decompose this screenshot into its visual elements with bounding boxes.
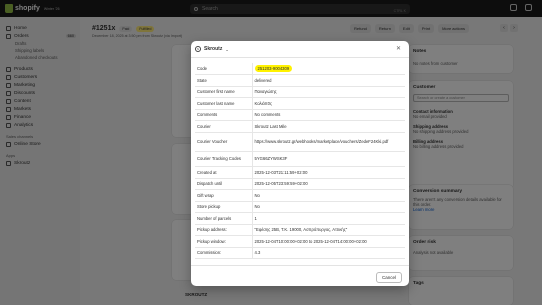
- detail-row: Courier Skroutz Last Mile: [195, 120, 405, 133]
- detail-row: Code 251203-9004309: [195, 63, 405, 75]
- detail-row: Store pickup No: [195, 201, 405, 213]
- detail-row: Gift wrap No: [195, 189, 405, 202]
- detail-value: No: [252, 189, 405, 202]
- detail-value: 251203-9004309: [252, 63, 405, 75]
- detail-key: Customer first name: [195, 86, 253, 98]
- detail-row: Courier Tracking Codes 5YG66ZYWSK3F: [195, 151, 405, 167]
- close-icon[interactable]: ✕: [396, 45, 401, 52]
- detail-key: Gift wrap: [195, 189, 253, 202]
- skroutz-order-modal: s Skroutz ⌄ ✕ Code 251203-9004309 State del…: [191, 41, 409, 286]
- detail-key: Store pickup: [195, 201, 253, 213]
- modal-title[interactable]: Skroutz: [204, 46, 222, 52]
- detail-value: https://www.skroutz.gr/webhooks/marketpl…: [252, 132, 405, 152]
- detail-value: 5YG66ZYWSK3F: [252, 151, 405, 167]
- detail-key: State: [195, 74, 253, 87]
- detail-value: No: [252, 201, 405, 213]
- detail-key: Courier Tracking Codes: [195, 151, 253, 167]
- detail-row: Customer first name Παναγιώτης: [195, 86, 405, 98]
- cancel-button[interactable]: Cancel: [375, 272, 402, 283]
- detail-value: 2025-12-03T21:11:59+02:00: [252, 166, 405, 179]
- detail-row: Customer last name Κολιόπ0ς: [195, 97, 405, 110]
- detail-key: Pickup address:: [195, 224, 253, 236]
- detail-row: Number of parcels 1: [195, 212, 405, 225]
- detail-value: 1: [252, 212, 405, 225]
- order-details-table: Code 251203-9004309 State delivered Customer…: [195, 63, 405, 259]
- detail-row: Commission: 4.3: [195, 247, 405, 259]
- detail-key: Comments: [195, 109, 253, 121]
- skroutz-logo-icon: s: [195, 46, 201, 52]
- detail-value: 2025-12-05T23:59:59+02:00: [252, 178, 405, 190]
- detail-row: Courier Voucher https://www.skroutz.gr/we…: [195, 132, 405, 152]
- detail-value: "Εφέσης 25Β, Τ.Κ. 19000, Ασπρόπυργος, Ατ…: [252, 224, 405, 236]
- detail-key: Created at: [195, 166, 253, 179]
- detail-key: Courier: [195, 120, 253, 133]
- detail-value: Παναγιώτης: [252, 86, 405, 98]
- detail-key: Customer last name: [195, 97, 253, 110]
- detail-row: Pickup window: 2025-12-04T10:00:00+02:00 …: [195, 235, 405, 248]
- detail-value: 2025-12-04T10:00:00+02:00 to 2025-12-04T…: [252, 235, 405, 248]
- detail-value: delivered: [252, 74, 405, 87]
- detail-row: Created at 2025-12-03T21:11:59+02:00: [195, 166, 405, 179]
- detail-key: Courier Voucher: [195, 132, 253, 152]
- highlighted-order-code: 251203-9004309: [254, 65, 293, 72]
- detail-value: No comments: [252, 109, 405, 121]
- detail-value: Skroutz Last Mile: [252, 120, 405, 133]
- detail-row: Pickup address: "Εφέσης 25Β, Τ.Κ. 19000, …: [195, 224, 405, 236]
- detail-value: 4.3: [252, 247, 405, 259]
- chevron-down-icon[interactable]: ⌄: [225, 47, 228, 52]
- detail-row: Comments No comments: [195, 109, 405, 121]
- detail-key: Commission:: [195, 247, 253, 259]
- detail-key: Dispatch until: [195, 178, 253, 190]
- detail-key: Code: [195, 63, 253, 75]
- modal-body: Code 251203-9004309 State delivered Customer…: [195, 63, 405, 263]
- detail-row: Dispatch until 2025-12-05T23:59:59+02:00: [195, 178, 405, 190]
- modal-header: s Skroutz ⌄: [191, 41, 409, 58]
- detail-value: Κολιόπ0ς: [252, 97, 405, 110]
- detail-key: Number of parcels: [195, 212, 253, 225]
- detail-row: State delivered: [195, 74, 405, 87]
- detail-key: Pickup window:: [195, 235, 253, 248]
- modal-footer: Cancel: [191, 265, 409, 286]
